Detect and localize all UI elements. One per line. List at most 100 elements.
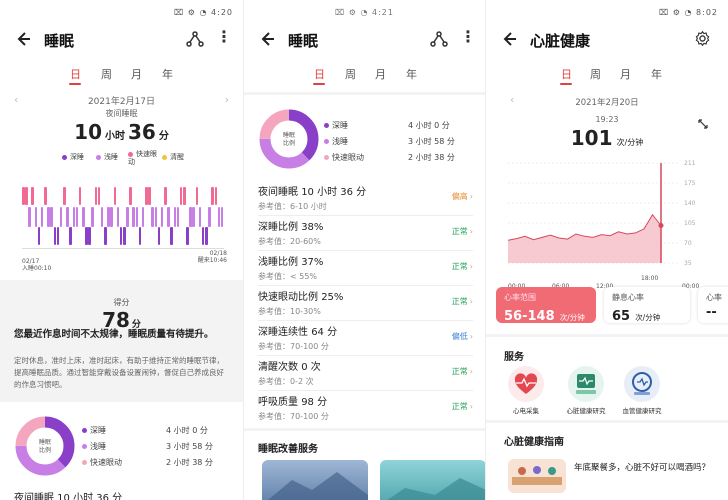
sleep-start: 02/17 入睡00:10 [22, 258, 52, 272]
advice-body: 定时休息，准时上床，准时起床，有助于维持正常的睡眠节律，提高睡眠品质。通过智能穿… [14, 356, 224, 389]
sleep-stage-bar [113, 187, 117, 205]
card-resting-hr[interactable]: 静息心率 65 次/分钟 [604, 287, 690, 324]
back-arrow-icon[interactable] [260, 29, 280, 49]
status-bar: ⌧ ⚙ ◔ 8:02 [659, 8, 718, 17]
service-card-2[interactable] [380, 460, 485, 500]
period-tabs: 日 周 月 年 [0, 66, 243, 86]
status-badge: 偏高 › [451, 192, 473, 201]
tab-week[interactable]: 周 [101, 66, 112, 82]
tab-week[interactable]: 周 [345, 66, 356, 82]
card-hr-range[interactable]: 心率范围 56-148 次/分钟 [496, 287, 596, 324]
tab-underline [560, 83, 572, 85]
tab-week[interactable]: 周 [590, 66, 601, 82]
metric-row[interactable]: 清醒次数 0 次参考值：0-2 次正常 › [258, 358, 473, 391]
sleep-stage-bar [129, 187, 132, 205]
metric-row[interactable]: 浅睡比例 37% 参考值：< 55% 正常 › [258, 253, 473, 286]
tab-day[interactable]: 日 [561, 66, 572, 82]
divider [486, 420, 728, 423]
tab-year[interactable]: 年 [162, 66, 173, 82]
breakdown-light-value: 3 小时 58 分 [166, 442, 213, 451]
sleep-stage-bar [50, 207, 53, 227]
sleep-stage-bar [34, 207, 38, 227]
back-arrow-icon[interactable] [16, 29, 36, 49]
status-badge: 偏低 › [451, 332, 473, 341]
y-tick: 140 [684, 200, 696, 207]
sleep-stage-bar [211, 187, 214, 205]
breakdown-rem: 快速眼动 [324, 152, 364, 163]
sleep-stage-bar [173, 207, 177, 227]
legend-rem: 快速眼动 [128, 150, 157, 166]
sleep-stage-bar [160, 207, 164, 227]
gear-icon[interactable] [694, 30, 711, 47]
metric-row[interactable]: 快速眼动比例 25% 参考值：10-30% 正常 › [258, 288, 473, 321]
breakdown-rem-value: 2 小时 38 分 [408, 153, 455, 162]
metric-row[interactable]: 深睡比例 38% 参考值：20-60% 正常 › [258, 218, 473, 251]
sleep-stage-bar [110, 207, 113, 227]
sleep-stage-bar [205, 227, 208, 245]
status-badge: 正常 › [451, 402, 473, 411]
metric-row[interactable]: 呼吸质量 98 分参考值：70-100 分正常 › [258, 393, 473, 426]
tab-year[interactable]: 年 [406, 66, 417, 82]
expand-icon[interactable] [697, 118, 709, 130]
card-hr[interactable]: 心率 -- [698, 287, 728, 323]
sleep-stage-bar [186, 227, 189, 245]
score-label: 得分 [113, 298, 130, 307]
page-title: 心脏健康 [530, 32, 591, 50]
card-value: 65 次/分钟 [612, 309, 661, 324]
tab-underline [69, 83, 81, 85]
breakdown-rem: 快速眼动 [82, 457, 122, 468]
bottom-night-sleep: 夜间睡眠 10 小时 36 分 [14, 493, 123, 500]
sleep-stage-bar [220, 207, 224, 227]
metric-row[interactable]: 夜间睡眠 10 小时 36 分参考值：6-10 小时 偏高 › [258, 183, 473, 216]
sleep-ratio-donut: 睡眠 比例 [15, 416, 75, 476]
sleep-stage-bar [176, 207, 180, 227]
sleep-stage-bar [40, 207, 44, 227]
sleep-stage-bar [66, 207, 69, 227]
sleep-stage-bar [145, 187, 148, 205]
divider [244, 428, 485, 431]
back-arrow-icon[interactable] [502, 29, 522, 49]
metric-row[interactable]: 深睡连续性 64 分参考值：70-100 分偏低 › [258, 323, 473, 356]
sleep-stage-bar [22, 187, 25, 205]
service-card-1[interactable] [262, 460, 368, 500]
service-heart-study[interactable]: 心脏健康研究 [560, 366, 612, 415]
service-vascular-study[interactable]: 血管健康研究 [616, 366, 668, 415]
night-sleep-label: 夜间睡眠 [105, 109, 138, 118]
tab-day[interactable]: 日 [70, 66, 81, 82]
guide-article-text[interactable]: 年底聚餐多，心脏不好可以喝酒吗？ [574, 461, 722, 475]
sleep-stage-bar [157, 227, 161, 245]
sleep-stage-bar [28, 207, 31, 227]
sleep-stage-bar [56, 227, 60, 245]
sleep-stage-bar [217, 207, 221, 227]
sleep-stage-bar [208, 207, 211, 227]
tab-day[interactable]: 日 [314, 66, 325, 82]
sleep-stage-bar [192, 207, 195, 227]
more-icon[interactable]: ⋮ [460, 28, 476, 46]
sleep-stage-bar [132, 207, 136, 227]
sleep-ratio-donut: 睡眠 比例 [259, 109, 319, 169]
sleep-stage-bar [107, 207, 110, 227]
share-icon[interactable] [186, 30, 204, 48]
tab-month[interactable]: 月 [620, 66, 631, 82]
sleep-stage-bar [59, 207, 63, 227]
tab-year[interactable]: 年 [651, 66, 662, 82]
heart-rate-chart: 211 175 140 105 70 35 [508, 160, 696, 267]
sleep-stage-bar [170, 227, 173, 245]
sleep-stage-bar [182, 187, 186, 205]
sleep-stage-bar [104, 227, 107, 245]
status-bar: ⌧ ⚙ ◔ 4:20 [174, 8, 233, 17]
tab-month[interactable]: 月 [131, 66, 142, 82]
more-icon[interactable]: ⋮ [216, 28, 232, 46]
x-tick: 18:00 [641, 275, 659, 282]
guide-title: 心脏健康指南 [504, 437, 564, 448]
sleep-stage-bar [25, 187, 28, 205]
service-ecg[interactable]: 心电采集 [506, 366, 546, 415]
sleep-stage-bar [94, 187, 98, 205]
tab-month[interactable]: 月 [375, 66, 386, 82]
breakdown-light: 浅睡 [324, 136, 348, 147]
y-tick: 70 [684, 240, 692, 247]
guide-thumbnail[interactable] [508, 459, 566, 493]
sleep-stage-bar [135, 207, 139, 227]
sleep-stage-bar [138, 227, 142, 245]
share-icon[interactable] [430, 30, 448, 48]
